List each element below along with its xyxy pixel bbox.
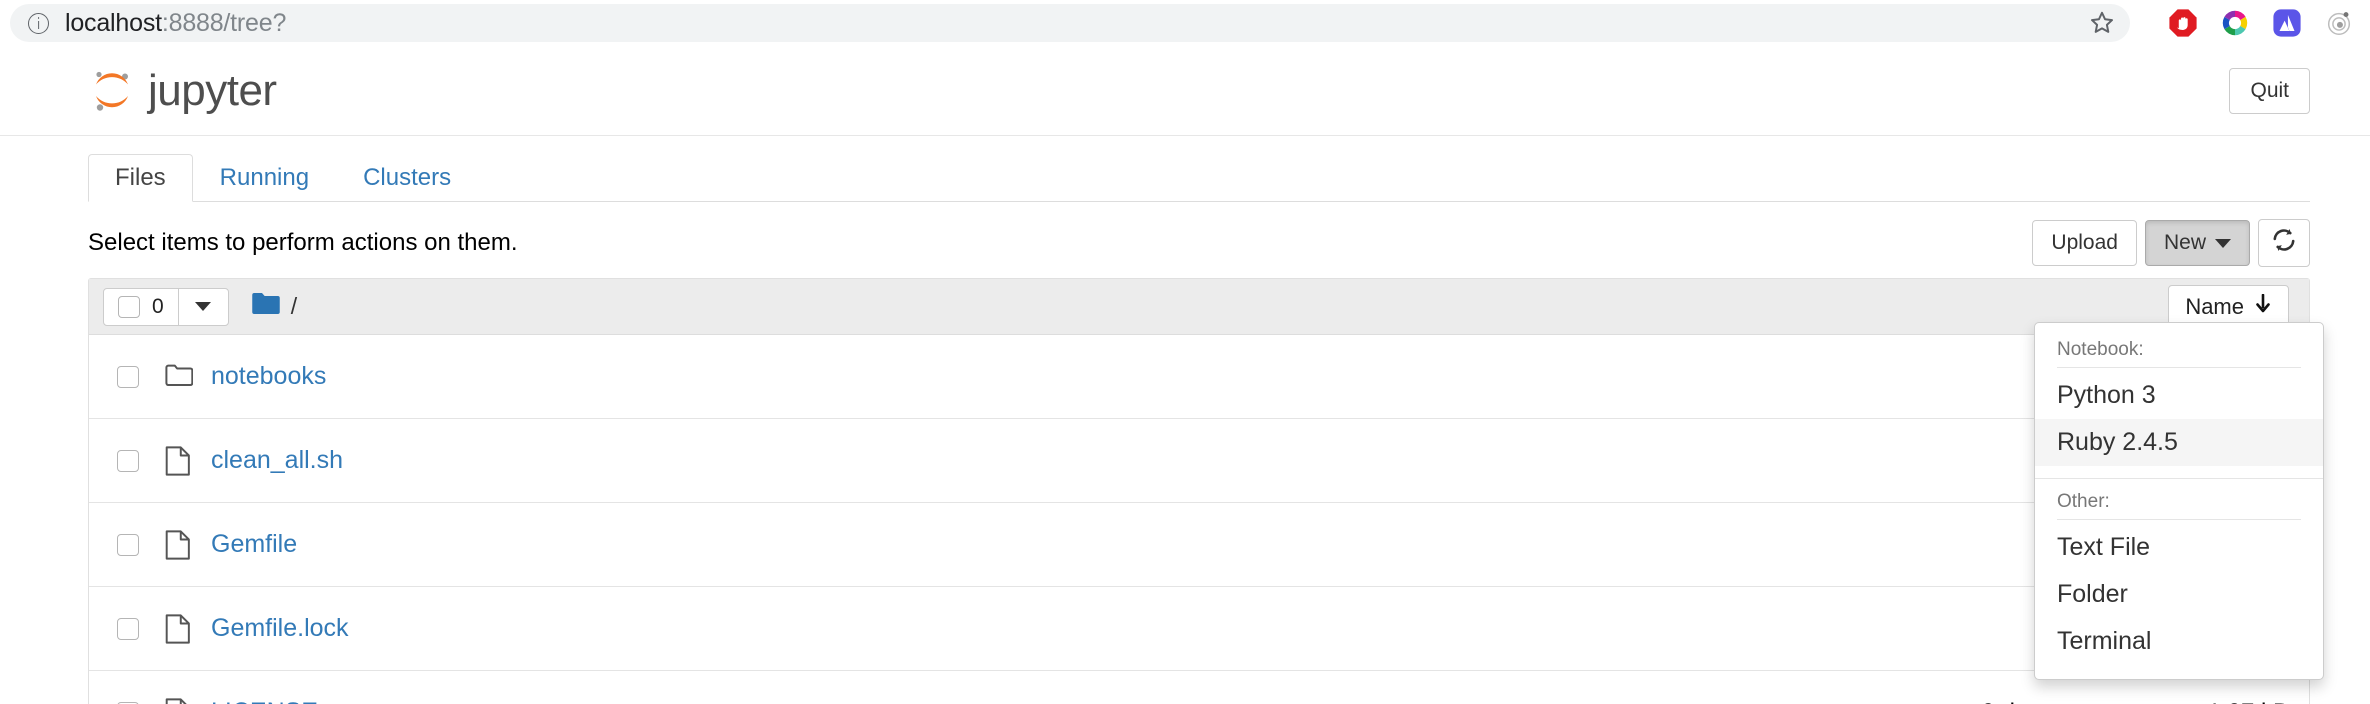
selection-controls: 0 [103, 287, 229, 326]
tab-clusters[interactable]: Clusters [336, 154, 478, 202]
row-checkbox[interactable] [117, 617, 139, 640]
new-button[interactable]: New [2144, 220, 2250, 266]
page-stage: localhost:8888/tree? jupyter Quit Files … [0, 0, 2370, 704]
menu-item-python3[interactable]: Python 3 [2035, 372, 2323, 419]
file-link[interactable]: clean_all.sh [211, 446, 343, 475]
selection-dropdown-button[interactable] [177, 288, 228, 325]
select-items-hint: Select items to perform actions on them. [88, 229, 518, 256]
file-link[interactable]: Gemfile [211, 530, 297, 559]
jupyter-header: jupyter Quit [0, 46, 2370, 136]
orbit-extension-icon[interactable] [2324, 8, 2354, 38]
address-bar[interactable]: localhost:8888/tree? [10, 4, 2130, 42]
file-outline-icon [165, 445, 193, 476]
url-host: localhost [65, 8, 162, 37]
row-checkbox[interactable] [117, 449, 139, 472]
refresh-button[interactable] [2258, 218, 2310, 268]
upload-button[interactable]: Upload [2032, 220, 2137, 266]
tab-files[interactable]: Files [88, 154, 193, 202]
select-all-group: 0 [104, 289, 178, 325]
select-all-checkbox[interactable] [118, 295, 140, 318]
sort-arrow-icon [2254, 293, 2272, 320]
row-date: 9 days ago [1819, 699, 2099, 704]
table-row[interactable]: LICENSE 9 days ago 1.07 kB [89, 671, 2309, 704]
file-link[interactable]: notebooks [211, 362, 326, 391]
breadcrumb: / [251, 291, 297, 322]
color-wheel-extension-icon[interactable] [2220, 8, 2250, 38]
new-dropdown-menu: Notebook: Python 3 Ruby 2.4.5 Other: Tex… [2034, 322, 2324, 680]
other-section-header: Other: [2057, 491, 2110, 512]
adblock-extension-icon[interactable] [2168, 8, 2198, 38]
menu-item-folder[interactable]: Folder [2035, 571, 2323, 618]
file-outline-icon [165, 697, 193, 704]
tab-running[interactable]: Running [193, 154, 336, 202]
file-link[interactable]: LICENSE [211, 698, 318, 704]
purple-app-extension-icon[interactable] [2272, 8, 2302, 38]
table-row[interactable]: Gemfile.lock kB [89, 587, 2309, 671]
new-button-label: New [2163, 231, 2206, 255]
quit-button[interactable]: Quit [2229, 67, 2310, 114]
chevron-down-icon [195, 302, 212, 311]
url-path: :8888/tree? [161, 8, 287, 37]
action-row: Select items to perform actions on them.… [0, 202, 2370, 268]
selected-count: 0 [152, 294, 164, 318]
file-link[interactable]: Gemfile.lock [211, 614, 349, 643]
jupyter-wordmark: jupyter [148, 65, 277, 115]
row-checkbox[interactable] [117, 365, 139, 388]
jupyter-logo-icon [88, 67, 136, 115]
url-text: localhost:8888/tree? [65, 9, 286, 38]
browser-toolbar: localhost:8888/tree? [0, 0, 2370, 46]
menu-item-terminal[interactable]: Terminal [2035, 618, 2323, 665]
sort-label: Name [2185, 293, 2244, 319]
divider [2057, 519, 2301, 520]
extension-icons [2168, 8, 2354, 38]
tab-bar: Files Running Clusters [0, 136, 2370, 202]
folder-filled-icon [251, 291, 281, 322]
folder-outline-icon [165, 362, 194, 392]
breadcrumb-root[interactable]: / [291, 293, 297, 320]
table-row[interactable]: notebooks [89, 335, 2309, 419]
file-browser-table: 0 / Name notebooks clean_all.sh Gemfile … [88, 278, 2310, 704]
action-buttons: Upload New [2032, 218, 2310, 268]
jupyter-logo[interactable]: jupyter [88, 66, 277, 116]
divider [2057, 367, 2301, 368]
chevron-down-icon [2215, 239, 2231, 249]
table-row[interactable]: clean_all.sh 7 B [89, 419, 2309, 503]
menu-item-ruby[interactable]: Ruby 2.4.5 [2035, 419, 2323, 466]
menu-item-text-file[interactable]: Text File [2035, 524, 2323, 571]
file-row-list: notebooks clean_all.sh 7 B [89, 335, 2309, 704]
file-outline-icon [165, 613, 193, 644]
divider [2035, 478, 2323, 479]
file-table-header: 0 / Name [89, 279, 2309, 335]
file-outline-icon [165, 529, 193, 560]
refresh-icon [2271, 228, 2297, 258]
notebook-section-header: Notebook: [2057, 339, 2144, 360]
bookmark-star-icon[interactable] [2088, 9, 2116, 37]
table-row[interactable]: Gemfile 7 B [89, 503, 2309, 587]
info-icon[interactable] [28, 12, 49, 34]
row-size: 1.07 kB [2099, 699, 2289, 704]
row-checkbox[interactable] [117, 533, 139, 556]
